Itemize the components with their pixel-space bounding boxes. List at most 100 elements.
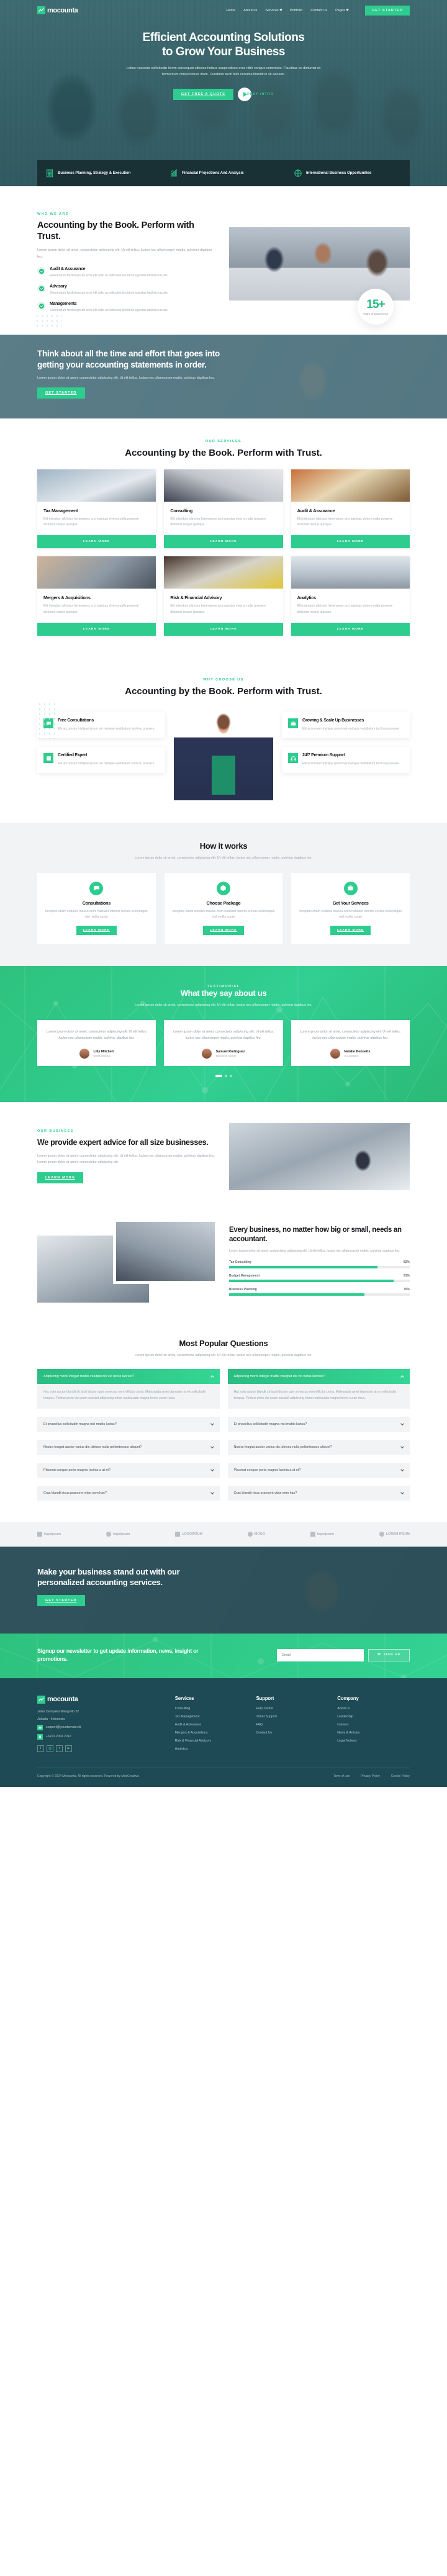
faq-item: Nostra feugiat auctor varius dis ultrice… [227, 1439, 410, 1455]
why-box-premium-support[interactable]: 24/7 Premium Support Elit accumsan trist… [282, 747, 410, 773]
newsletter-email-input[interactable] [277, 1648, 364, 1661]
service-card[interactable]: Consulting Elit interdum ultricies himen… [164, 469, 283, 549]
service-card[interactable]: Risk & Financial Advisory Elit interdum … [164, 556, 283, 636]
footer-phone-row[interactable]: +6221.2002.2012 [37, 1733, 166, 1740]
chevron-down-icon [400, 1422, 404, 1426]
newsletter-signup-button[interactable]: ✉ SIGN UP [368, 1648, 410, 1661]
twitter-icon[interactable]: t [56, 1745, 63, 1752]
service-card[interactable]: Analytics Elit interdum ultricies himena… [291, 556, 410, 636]
service-learn-more-button[interactable]: LEARN MORE [37, 535, 156, 549]
service-card[interactable]: Audit & Assurance Elit interdum ultricie… [291, 469, 410, 549]
site-logo[interactable]: mocounta [37, 6, 78, 14]
why-box-certified-expert[interactable]: Certified Expert Elit accumsan tristique… [37, 747, 165, 773]
instagram-icon[interactable]: ◎ [47, 1745, 53, 1752]
feature-financial-projections[interactable]: Financial Projections And Analysis [161, 169, 286, 178]
terms-link[interactable]: Term of use [333, 1774, 350, 1778]
faq-question[interactable]: Adipiscing morbi integer mattis volutpat… [227, 1369, 410, 1385]
carousel-dot-active[interactable] [215, 1074, 222, 1077]
footer-bottom-bar: Copyright © 2024 Mocounta, All rights re… [37, 1767, 410, 1787]
how-step-get-services[interactable]: Get Your Services Inceptos etiam sodales… [291, 872, 410, 944]
footer-link[interactable]: Legal Notices [337, 1739, 410, 1743]
how-step-button[interactable]: LEARN MORE [76, 926, 117, 936]
footer-link[interactable]: Analytics [175, 1747, 248, 1751]
footer-column-services: Services Consulting Tax Management Audit… [175, 1696, 248, 1755]
bottom-cta-button[interactable]: GET STARTED [37, 1595, 85, 1607]
footer-link[interactable]: Consulting [175, 1707, 248, 1711]
footer-link[interactable]: About us [337, 1707, 410, 1711]
faq-question-text: Adipiscing morbi integer mattis volutpat… [233, 1375, 325, 1379]
faq-grid: Adipiscing morbi integer mattis volutpat… [37, 1369, 410, 1501]
cookie-link[interactable]: Cookie Policy [391, 1774, 410, 1778]
carousel-dots[interactable] [37, 1074, 410, 1077]
service-card[interactable]: Tax Management Elit interdum ultricies h… [37, 469, 156, 549]
faq-question[interactable]: Placerat congue porta magnis lacinia a a… [227, 1462, 410, 1478]
nav-label: Portfolio [289, 8, 303, 12]
faq-question[interactable]: Adipiscing morbi integer mattis volutpat… [37, 1369, 220, 1385]
carousel-dot[interactable] [224, 1074, 227, 1077]
chevron-down-icon [400, 1468, 404, 1472]
faq-question[interactable]: Cras blandit risus praesent vitae sem ha… [227, 1485, 410, 1501]
privacy-link[interactable]: Privacy Policy [361, 1774, 380, 1778]
how-step-button[interactable]: LEARN MORE [203, 926, 244, 936]
faq-question[interactable]: Et phasellus sollicitudin magna nisi mat… [227, 1416, 410, 1432]
faq-question[interactable]: Placerat congue porta magnis lacinia a a… [37, 1462, 220, 1478]
service-text: Elit interdum ultricies himenaeos orci e… [297, 604, 393, 614]
how-title: How it works [199, 841, 248, 851]
expert-text-column: OUR BUSINESS We provide expert advice fo… [37, 1129, 218, 1184]
testimonial-quote: Lorem ipsum dolor sit amet, consectetur … [300, 1029, 401, 1041]
footer-logo[interactable]: mocounta [37, 1695, 166, 1704]
why-box-growing-scale-up[interactable]: Growing & Scale Up Businesses Elit accum… [282, 712, 410, 739]
nav-item-contact-us[interactable]: Contact us [310, 9, 327, 12]
feature-label: Business Planning, Strategy & Execution [58, 171, 131, 175]
faq-question[interactable]: Et phasellus sollicitudin magna nisi mat… [37, 1416, 220, 1432]
chevron-down-icon [279, 8, 282, 11]
service-learn-more-button[interactable]: LEARN MORE [291, 623, 410, 636]
facebook-icon[interactable]: f [37, 1745, 44, 1752]
nav-item-pages[interactable]: Pages [335, 9, 349, 12]
service-learn-more-button[interactable]: LEARN MORE [164, 623, 283, 636]
cta-strip-button[interactable]: GET STARTED [37, 387, 85, 399]
footer-link[interactable]: News & Articles [337, 1731, 410, 1735]
about-image-column: 15+ Years of Experience [229, 212, 410, 325]
how-step-choose-package[interactable]: Choose Package Inceptos etiam sodales ma… [164, 872, 283, 944]
faq-question[interactable]: Nostra feugiat auctor varius dis ultrice… [37, 1439, 220, 1455]
nav-item-portfolio[interactable]: Portfolio [290, 9, 303, 12]
nav-item-home[interactable]: Home [226, 9, 235, 12]
nav-item-about-us[interactable]: About us [243, 9, 257, 12]
logo-mark-icon [247, 1531, 253, 1537]
service-learn-more-button[interactable]: LEARN MORE [37, 623, 156, 636]
service-title: Mergers & Acquisitions [43, 595, 91, 601]
service-learn-more-button[interactable]: LEARN MORE [291, 535, 410, 549]
bottom-cta-content: Make your business stand out with our pe… [37, 1547, 410, 1607]
youtube-icon[interactable]: ▶ [65, 1745, 72, 1752]
chart-line-logo-icon [37, 6, 45, 14]
footer-link[interactable]: Tax Management [175, 1715, 248, 1719]
faq-question[interactable]: Cras blandit risus praesent vitae sem ha… [37, 1485, 220, 1501]
service-learn-more-button[interactable]: LEARN MORE [164, 535, 283, 549]
get-free-quote-button[interactable]: GET FREE A QUOTE [173, 89, 234, 101]
footer-link[interactable]: Careers [337, 1723, 410, 1727]
footer-link[interactable]: Help Center [256, 1707, 329, 1711]
footer-link[interactable]: FAQ [256, 1723, 329, 1727]
feature-business-planning[interactable]: Business Planning, Strategy & Execution [37, 169, 161, 178]
expert-learn-more-button[interactable]: LEARN MORE [37, 1172, 83, 1184]
footer-link[interactable]: Contact Us [256, 1731, 329, 1735]
footer-link[interactable]: Ticket Support [256, 1715, 329, 1719]
footer-email-row[interactable]: support@yourdomain.tld [37, 1724, 166, 1730]
faq-question[interactable]: Nostra feugiat auctor varius dis ultrice… [227, 1439, 410, 1455]
how-step-button[interactable]: LEARN MORE [330, 926, 371, 936]
why-box-title: Growing & Scale Up Businesses [302, 718, 364, 723]
play-intro-label[interactable]: PLAY INTRO [247, 93, 274, 96]
how-step-consultations[interactable]: Consultations Inceptos etiam sodales mas… [37, 872, 156, 944]
service-card[interactable]: Mergers & Acquisitions Elit interdum ult… [37, 556, 156, 636]
footer-link[interactable]: Risk & Financial Advisory [175, 1739, 248, 1743]
progress-value: 75% [403, 1287, 410, 1291]
get-started-button[interactable]: GET STARTED [364, 5, 410, 16]
carousel-dot[interactable] [229, 1074, 232, 1077]
footer-link[interactable]: Mergers & Acquisitions [175, 1731, 248, 1735]
nav-item-services[interactable]: Services [265, 8, 282, 12]
feature-international-business[interactable]: International Business Opportunities [286, 169, 410, 178]
envelope-icon [37, 1724, 43, 1730]
footer-link[interactable]: Audit & Assurance [175, 1723, 248, 1727]
footer-link[interactable]: Leadership [337, 1715, 410, 1719]
